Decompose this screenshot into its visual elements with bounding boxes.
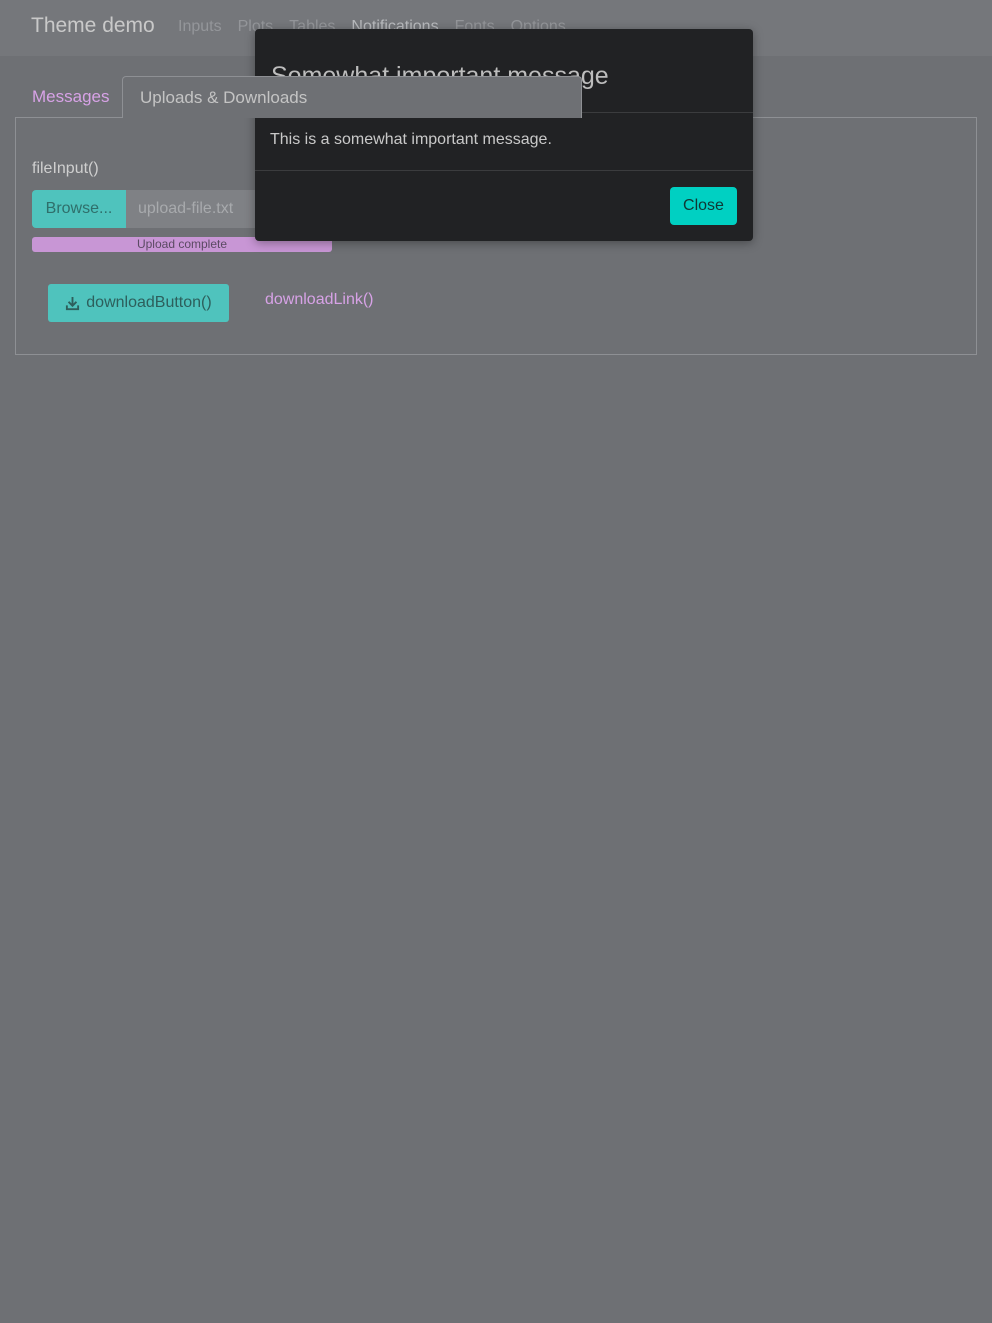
brand-title[interactable]: Theme demo bbox=[31, 14, 155, 38]
notification-modal: Somewhat important message This is a som… bbox=[255, 29, 753, 241]
browse-button[interactable]: Browse... bbox=[32, 190, 126, 228]
modal-divider bbox=[255, 170, 753, 171]
tab-uploads-downloads[interactable]: Uploads & Downloads bbox=[122, 76, 582, 118]
modal-body: This is a somewhat important message. bbox=[270, 131, 552, 148]
nav-item-inputs[interactable]: Inputs bbox=[178, 18, 222, 40]
download-button[interactable]: downloadButton() bbox=[48, 284, 229, 322]
download-link[interactable]: downloadLink() bbox=[265, 291, 374, 309]
download-icon bbox=[66, 296, 80, 310]
file-input-label: fileInput() bbox=[32, 160, 99, 177]
tab-messages[interactable]: Messages bbox=[16, 76, 122, 118]
close-button[interactable]: Close bbox=[670, 187, 737, 225]
download-button-label: downloadButton() bbox=[86, 294, 212, 311]
